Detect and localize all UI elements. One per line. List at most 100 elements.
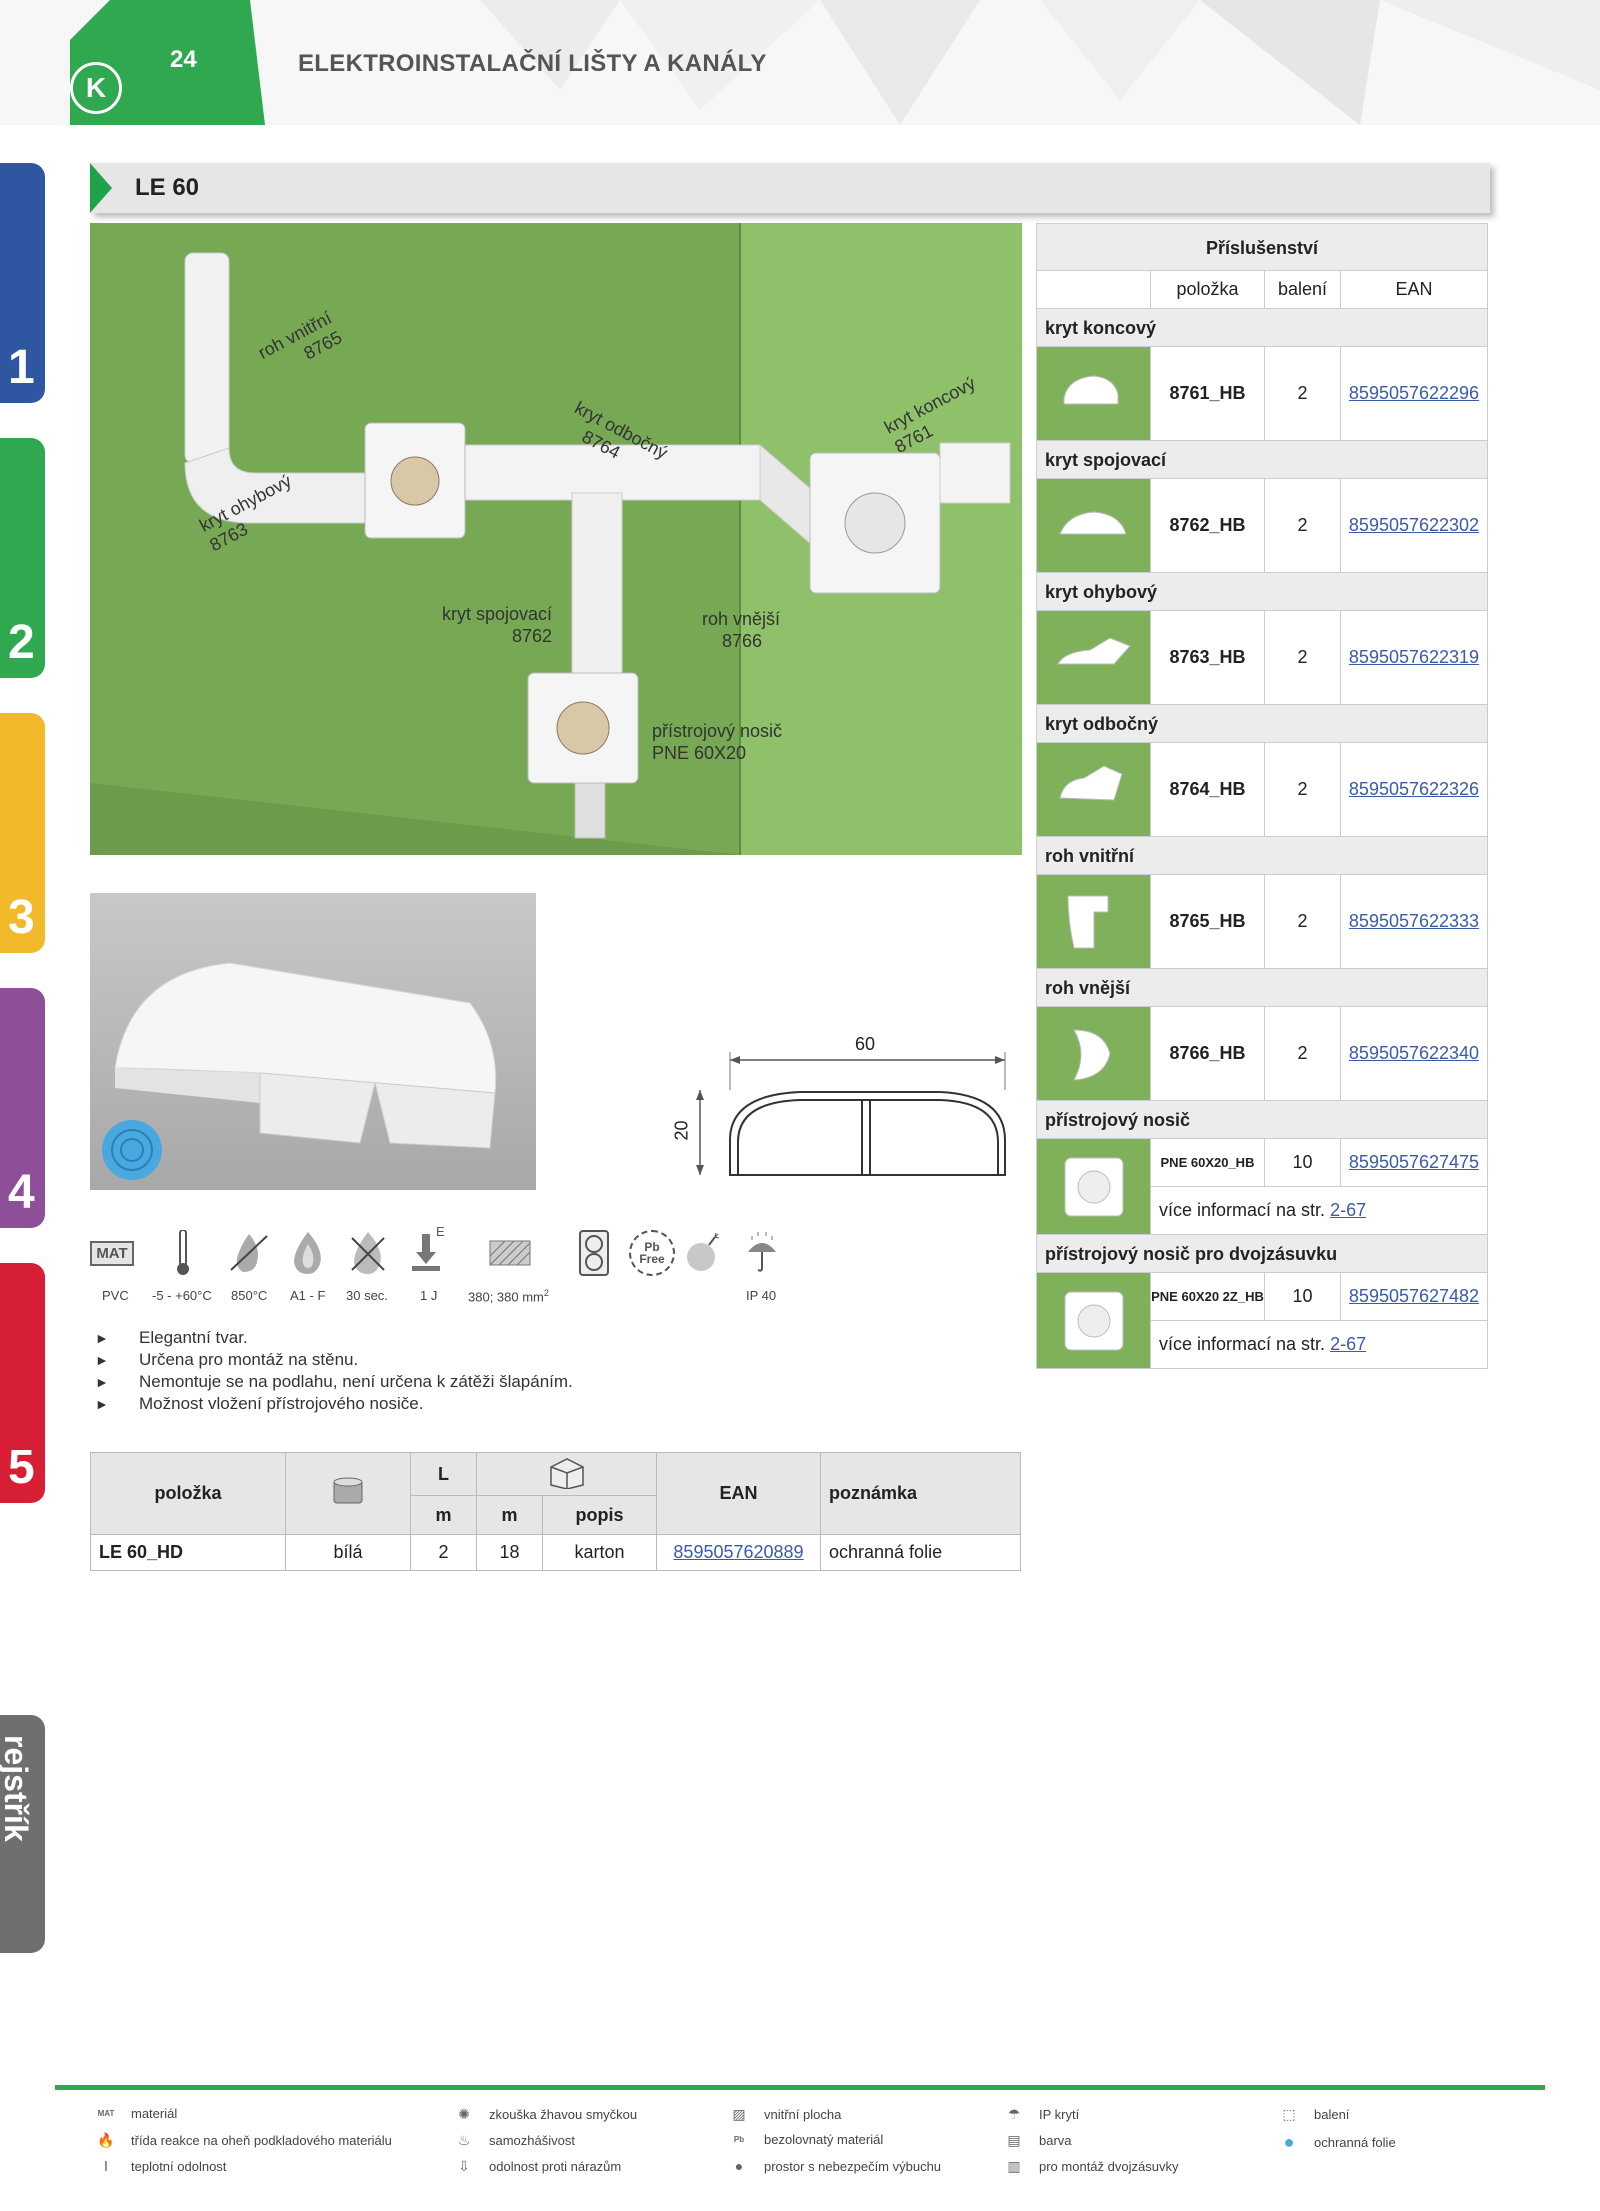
accessory-qty: 2: [1265, 875, 1341, 968]
material-icon: MAT: [97, 2109, 115, 2118]
ip-icon: [742, 1228, 782, 1278]
accessory-row: 8762_HB 2 8595057622302: [1036, 479, 1488, 573]
dimension-width: 60: [855, 1034, 876, 1054]
glow-wire-icon: ✺: [458, 2106, 470, 2122]
ean-link[interactable]: 8595057627482: [1341, 1273, 1487, 1320]
bend-cover-icon: [1037, 611, 1151, 704]
ean-link[interactable]: 8595057622326: [1341, 743, 1487, 836]
ean-link[interactable]: 8595057622340: [1341, 1007, 1487, 1100]
accessory-group-title: přístrojový nosič pro dvojzásuvku: [1036, 1235, 1488, 1273]
double-socket-icon: ▥: [1007, 2158, 1021, 2174]
col-header-popis: popis: [542, 1495, 657, 1535]
col-header-poznamka: poznámka: [820, 1452, 1021, 1535]
glow-wire-icon: [227, 1228, 271, 1278]
inner-corner-icon: [1037, 875, 1151, 968]
tab-label: rejstřík: [0, 1735, 34, 1842]
property-label: 1 J: [420, 1288, 438, 1303]
double-socket-icon: [576, 1228, 612, 1278]
tab-chapter-4[interactable]: 4: [0, 988, 45, 1228]
pb-free-icon: Pb Free: [627, 1228, 677, 1278]
protective-foil-icon: ●: [1283, 2132, 1295, 2152]
accessory-row: 8765_HB 2 8595057622333: [1036, 875, 1488, 969]
brand-logo: K: [70, 62, 122, 114]
legend-item: 🔥 třída reakce na oheň podkladového mater…: [95, 2132, 392, 2149]
ean-link[interactable]: 8595057627475: [1341, 1139, 1487, 1186]
explosion-icon: [683, 1228, 723, 1278]
accessory-qty: 2: [1265, 347, 1341, 440]
accessory-group-title: kryt koncový: [1036, 309, 1488, 347]
end-cap-icon: [1037, 347, 1151, 440]
section-title: LE 60: [135, 174, 200, 201]
ean-link[interactable]: 8595057622333: [1341, 875, 1487, 968]
accessory-row: PNE 60X20 2Z_HB 10 8595057627482 více infor…: [1036, 1273, 1488, 1369]
tab-index[interactable]: rejstřík: [0, 1715, 45, 1953]
device-carrier-icon: [1037, 1139, 1151, 1234]
label-roh-vnejsi: roh vnější 8766: [702, 609, 781, 651]
col-header-m1: m: [410, 1495, 477, 1535]
legend-item: ☂ IP krytí: [1003, 2106, 1080, 2123]
accessory-group-title: roh vnější: [1036, 969, 1488, 1007]
accessory-group-title: kryt spojovací: [1036, 441, 1488, 479]
tab-label: 4: [8, 1166, 35, 1219]
packaging-icon: ⬚: [1282, 2106, 1296, 2122]
accessories-table: Příslušenství položka balení EAN kryt ko…: [1036, 223, 1488, 1369]
col-header-L: L: [410, 1451, 477, 1497]
inner-area-icon: ▨: [732, 2106, 746, 2122]
flame-class-icon: [286, 1228, 330, 1278]
accessory-group-title: přístrojový nosič: [1036, 1101, 1488, 1139]
list-item: ► Určena pro montáž na stěnu.: [95, 1350, 359, 1369]
tab-chapter-1[interactable]: 1: [0, 163, 45, 403]
joint-cover-icon: [1037, 479, 1151, 572]
accessory-code: PNE 60X20 2Z_HB: [1151, 1273, 1265, 1320]
more-info: více informací na str. 2-67: [1159, 1200, 1367, 1221]
outer-corner-icon: [1037, 1007, 1151, 1100]
property-label: PVC: [102, 1288, 129, 1303]
tab-chapter-5[interactable]: 5: [0, 1263, 45, 1503]
footer-divider: [55, 2085, 1545, 2090]
self-extinguish-icon: [346, 1228, 390, 1278]
accessory-code: 8766_HB: [1151, 1007, 1265, 1100]
accessory-code: 8763_HB: [1151, 611, 1265, 704]
property-label: -5 - +60°C: [152, 1288, 212, 1303]
col-header-polozka: položka: [90, 1452, 286, 1535]
accessories-title: Příslušenství: [1036, 223, 1488, 271]
legend-item: ● ochranná folie: [1278, 2132, 1396, 2153]
thermometer-icon: [168, 1228, 198, 1278]
ean-link[interactable]: 8595057622319: [1341, 611, 1487, 704]
page-link[interactable]: 2-67: [1330, 1200, 1366, 1221]
accessory-code: PNE 60X20_HB: [1151, 1139, 1265, 1186]
accessory-row: 8766_HB 2 8595057622340: [1036, 1007, 1488, 1101]
accessory-group-title: kryt ohybový: [1036, 573, 1488, 611]
property-label: 850°C: [231, 1288, 268, 1303]
list-item: ► Možnost vložení přístrojového nosiče.: [95, 1394, 424, 1413]
device-carrier-icon: [1037, 1273, 1151, 1368]
legend-item: ♨ samozhášivost: [453, 2132, 575, 2149]
fire-class-icon: 🔥: [97, 2132, 115, 2148]
tab-chapter-2[interactable]: 2: [0, 438, 45, 678]
ean-link[interactable]: 8595057622296: [1341, 347, 1487, 440]
dimension-drawing: 60 20: [670, 1030, 1020, 1200]
page-number: 24: [170, 46, 197, 73]
legend-item: Ⅰteplotní odolnost: [95, 2158, 226, 2175]
accessories-header: položka balení EAN: [1036, 271, 1488, 309]
inner-area-icon: [488, 1228, 532, 1278]
tab-label: 1: [8, 341, 35, 394]
accessory-qty: 2: [1265, 1007, 1341, 1100]
color-icon: ▤: [1007, 2132, 1021, 2148]
legend-item: ⇩ odolnost proti nárazům: [453, 2158, 621, 2175]
page-link[interactable]: 2-67: [1330, 1334, 1366, 1355]
tab-chapter-3[interactable]: 3: [0, 713, 45, 953]
dimension-height: 20: [671, 1120, 692, 1141]
accessory-row: 8761_HB 2 8595057622296: [1036, 347, 1488, 441]
accessory-qty: 2: [1265, 743, 1341, 836]
accessory-qty: 10: [1265, 1273, 1341, 1320]
property-label: 380; 380 mm2: [468, 1288, 549, 1305]
accessory-code: 8761_HB: [1151, 347, 1265, 440]
tab-label: 5: [8, 1441, 35, 1494]
ean-link[interactable]: 8595057620889: [656, 1534, 821, 1571]
impact-icon: ⇩: [458, 2158, 470, 2174]
explosion-icon: ●: [734, 2158, 744, 2174]
accessory-qty: 10: [1265, 1139, 1341, 1186]
ean-link[interactable]: 8595057622302: [1341, 479, 1487, 572]
accessory-qty: 2: [1265, 611, 1341, 704]
